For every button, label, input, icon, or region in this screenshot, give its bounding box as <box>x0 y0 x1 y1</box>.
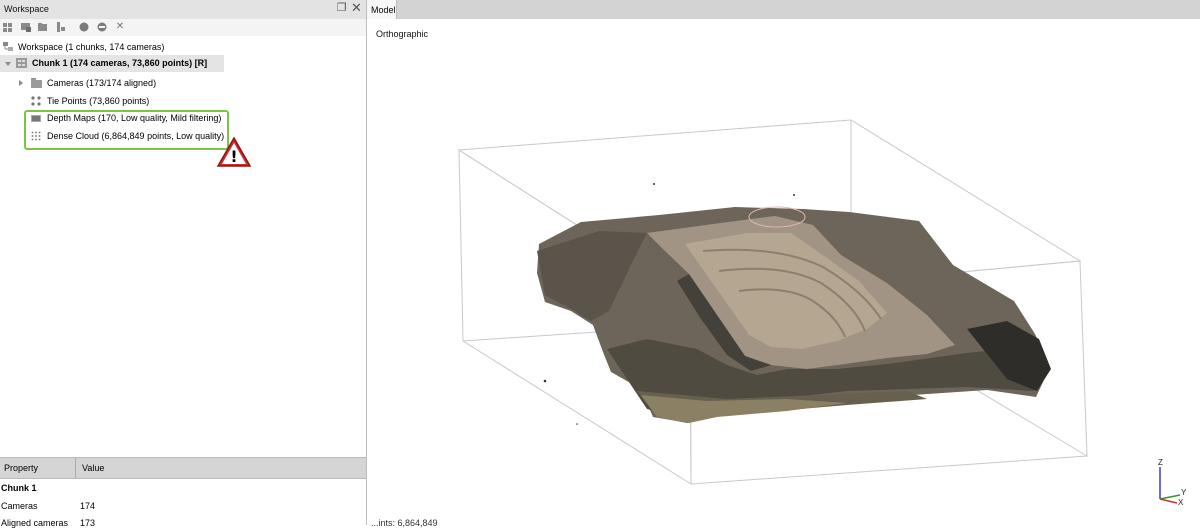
chunk-icon <box>16 58 27 68</box>
property-value: 173 <box>80 518 96 528</box>
add-chunk-icon[interactable] <box>2 21 14 33</box>
tab-bar: Model <box>367 0 1200 19</box>
tree-item-tie-points[interactable]: Tie Points (73,860 points) <box>0 93 300 109</box>
workspace-icon <box>3 42 13 51</box>
property-key: Aligned cameras <box>1 518 69 528</box>
axis-gizmo: Z Y X <box>1158 458 1187 505</box>
highlight-box <box>24 110 229 150</box>
property-key: Cameras <box>1 501 38 511</box>
delete-icon[interactable]: ✕ <box>114 21 126 33</box>
enable-icon[interactable] <box>78 21 90 33</box>
tree-item-chunk[interactable]: Chunk 1 (174 cameras, 73,860 points) [R] <box>0 55 224 72</box>
column-header-property[interactable]: Property <box>4 463 38 473</box>
properties-header: Property Value <box>0 457 366 479</box>
properties-panel: Property Value Chunk 1 Cameras 174 Align… <box>0 457 366 528</box>
column-divider[interactable] <box>75 458 76 478</box>
x-axis-line <box>1159 498 1178 504</box>
add-folder-icon[interactable] <box>37 21 49 33</box>
tree-item-workspace[interactable]: Workspace (1 chunks, 174 cameras) <box>0 39 300 55</box>
dense-point-cloud <box>537 183 1051 425</box>
tie-points-icon <box>31 96 41 106</box>
tree-item-cameras[interactable]: Cameras (173/174 aligned) <box>0 75 300 91</box>
properties-section-title: Chunk 1 <box>1 483 37 493</box>
workspace-panel: Workspace ❐ ✕ ✕ Workspace (1 chunks, 174… <box>0 0 367 528</box>
column-header-value[interactable]: Value <box>82 463 104 473</box>
axis-label-x: X <box>1178 498 1184 505</box>
tab-label: Model <box>371 5 396 15</box>
axis-label-z: Z <box>1158 458 1163 467</box>
tab-model[interactable]: Model <box>367 0 397 19</box>
remove-items-icon[interactable] <box>55 21 67 33</box>
warning-icon: ! <box>216 136 252 167</box>
folder-icon <box>31 78 42 88</box>
add-photos-icon[interactable] <box>20 21 32 33</box>
close-icon[interactable]: ✕ <box>350 1 363 15</box>
tree-item-label: Tie Points (73,860 points) <box>47 96 150 106</box>
tree-item-label: Cameras (173/174 aligned) <box>47 78 157 88</box>
chevron-down-icon[interactable] <box>5 62 11 66</box>
restore-window-icon[interactable]: ❐ <box>335 2 348 15</box>
workspace-title: Workspace <box>4 4 49 14</box>
y-axis-line <box>1159 494 1181 500</box>
tree-item-label: Workspace (1 chunks, 174 cameras) <box>18 42 165 52</box>
model-viewport[interactable] <box>367 19 1200 519</box>
status-text: ...ints: 6,864,849 <box>371 518 438 528</box>
property-value: 174 <box>80 501 96 511</box>
tree-item-label: Chunk 1 (174 cameras, 73,860 points) [R] <box>32 58 208 68</box>
warning-glyph: ! <box>230 147 237 166</box>
workspace-toolbar: ✕ <box>0 19 366 36</box>
workspace-header: Workspace ❐ ✕ <box>0 0 366 20</box>
disable-icon[interactable] <box>96 21 108 33</box>
model-view: Model Orthographic ...ints: 6,864,849 Z … <box>367 0 1200 528</box>
chevron-right-icon[interactable] <box>19 80 23 86</box>
axis-label-y: Y <box>1181 488 1187 497</box>
